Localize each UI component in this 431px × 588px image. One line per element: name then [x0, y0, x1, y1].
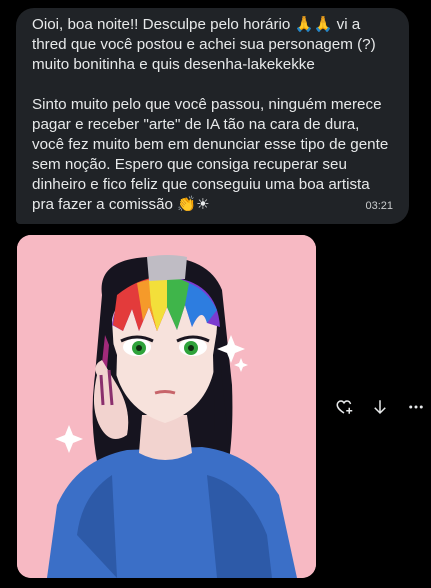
arrow-down-icon	[374, 400, 386, 415]
message-bubble[interactable]: Oioi, boa noite!! Desculpe pelo horário …	[16, 8, 409, 224]
message-paragraph-1: Oioi, boa noite!! Desculpe pelo horário …	[32, 16, 380, 73]
dm-conversation: Oioi, boa noite!! Desculpe pelo horário …	[0, 0, 431, 588]
more-button[interactable]	[398, 396, 431, 418]
character-illustration	[17, 235, 316, 578]
download-button[interactable]	[362, 396, 398, 418]
react-button[interactable]	[326, 396, 362, 418]
message-paragraph-2: Sinto muito pelo que você passou, ningué…	[32, 96, 393, 213]
heart-plus-icon	[336, 400, 353, 414]
image-attachment[interactable]	[17, 235, 316, 578]
more-dots-icon	[409, 405, 423, 409]
message-timestamp: 03:21	[365, 200, 393, 212]
message-actions	[326, 396, 431, 418]
